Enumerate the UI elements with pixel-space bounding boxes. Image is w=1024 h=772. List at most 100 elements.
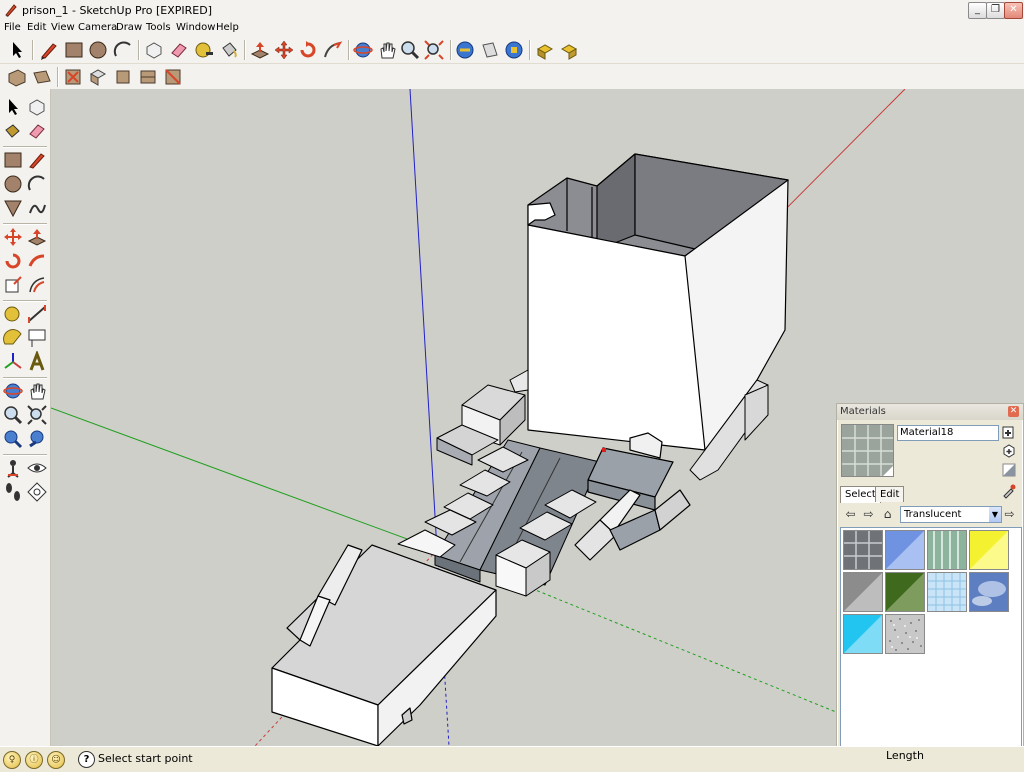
share-model-icon[interactable] bbox=[479, 39, 501, 61]
get-photo-texture-icon[interactable] bbox=[534, 39, 556, 61]
circle-icon[interactable] bbox=[2, 173, 24, 195]
swatch-gray-glass[interactable] bbox=[843, 572, 883, 612]
arc-icon[interactable] bbox=[112, 39, 134, 61]
sign-in-icon[interactable]: ☺ bbox=[47, 751, 65, 769]
orbit-icon[interactable] bbox=[2, 380, 24, 402]
menu-view[interactable]: View bbox=[51, 22, 75, 33]
share-component-icon[interactable] bbox=[503, 39, 525, 61]
material-name-field[interactable]: Material18 bbox=[897, 425, 999, 441]
zoom-icon[interactable] bbox=[399, 39, 421, 61]
rotate-icon[interactable] bbox=[2, 250, 24, 272]
tape-measure-icon[interactable] bbox=[2, 303, 24, 325]
orbit-icon[interactable] bbox=[352, 39, 374, 61]
credits-icon[interactable]: ⓘ bbox=[25, 751, 43, 769]
top-view-icon[interactable] bbox=[31, 66, 53, 88]
select-icon[interactable] bbox=[6, 39, 28, 61]
pan-icon[interactable] bbox=[26, 380, 48, 402]
position-camera-icon[interactable] bbox=[2, 457, 24, 479]
arc-icon[interactable] bbox=[26, 173, 48, 195]
zoom-window-icon[interactable] bbox=[26, 404, 48, 426]
left-view-icon[interactable] bbox=[137, 66, 159, 88]
move-icon[interactable] bbox=[273, 39, 295, 61]
forward-arrow-icon[interactable]: ⇨ bbox=[861, 507, 876, 522]
look-around-icon[interactable] bbox=[26, 457, 48, 479]
get-models-icon[interactable] bbox=[454, 39, 476, 61]
details-arrow-icon[interactable]: ⇨ bbox=[1002, 507, 1017, 522]
make-component-icon[interactable] bbox=[26, 96, 48, 118]
text-icon[interactable] bbox=[26, 327, 48, 349]
select-icon[interactable] bbox=[2, 96, 24, 118]
swatch-sky-glass[interactable] bbox=[969, 572, 1009, 612]
offset-icon[interactable] bbox=[26, 274, 48, 296]
walk-icon[interactable] bbox=[2, 481, 24, 503]
close-button[interactable]: ✕ bbox=[1004, 2, 1023, 19]
rectangle-icon[interactable] bbox=[63, 39, 85, 61]
front-view-icon[interactable] bbox=[62, 66, 84, 88]
add-to-model-icon[interactable] bbox=[1001, 442, 1017, 458]
eraser-icon[interactable] bbox=[26, 120, 48, 142]
circle-icon[interactable] bbox=[87, 39, 109, 61]
eraser-icon[interactable] bbox=[168, 39, 190, 61]
section-view-icon[interactable] bbox=[162, 66, 184, 88]
menu-file[interactable]: File bbox=[4, 22, 21, 33]
menu-help[interactable]: Help bbox=[216, 22, 239, 33]
swatch-green-stripe-glass[interactable] bbox=[927, 530, 967, 570]
create-material-icon[interactable] bbox=[1001, 424, 1017, 440]
back-arrow-icon[interactable]: ⇦ bbox=[843, 507, 858, 522]
swatch-green-glass[interactable] bbox=[885, 572, 925, 612]
rectangle-icon[interactable] bbox=[2, 149, 24, 171]
previous-view-icon[interactable] bbox=[26, 428, 48, 450]
zoom-icon[interactable] bbox=[2, 404, 24, 426]
menu-camera[interactable]: Camera bbox=[78, 22, 117, 33]
swatch-blue-glass[interactable] bbox=[885, 530, 925, 570]
section-plane-icon[interactable] bbox=[26, 481, 48, 503]
default-material-icon[interactable] bbox=[1001, 462, 1017, 478]
follow-me-icon[interactable] bbox=[26, 250, 48, 272]
library-select[interactable]: Translucent ▼ bbox=[900, 506, 1002, 523]
3d-text-icon[interactable] bbox=[26, 349, 48, 373]
right-view-icon[interactable] bbox=[87, 66, 109, 88]
push-pull-icon[interactable] bbox=[249, 39, 271, 61]
tab-edit[interactable]: Edit bbox=[875, 486, 905, 502]
maximize-button[interactable]: ❐ bbox=[986, 2, 1005, 19]
make-component-icon[interactable] bbox=[143, 39, 165, 61]
axes-icon[interactable] bbox=[2, 351, 24, 373]
materials-title-bar[interactable]: Materials ✕ bbox=[837, 404, 1023, 420]
back-view-icon[interactable] bbox=[112, 66, 134, 88]
menu-window[interactable]: Window bbox=[176, 22, 215, 33]
freehand-icon[interactable] bbox=[26, 197, 48, 219]
scale-icon[interactable] bbox=[2, 274, 24, 296]
follow-me-icon[interactable] bbox=[322, 39, 344, 61]
rotate-icon[interactable] bbox=[297, 39, 319, 61]
pan-icon[interactable] bbox=[376, 39, 398, 61]
help-icon[interactable]: ? bbox=[78, 751, 95, 768]
minimize-button[interactable]: _ bbox=[968, 2, 987, 19]
zoom-extents-icon[interactable] bbox=[2, 428, 24, 450]
move-icon[interactable] bbox=[2, 226, 24, 248]
protractor-icon[interactable] bbox=[2, 327, 24, 349]
push-pull-icon[interactable] bbox=[26, 226, 48, 248]
paint-bucket-icon[interactable] bbox=[218, 39, 240, 61]
menu-edit[interactable]: Edit bbox=[27, 22, 46, 33]
tape-measure-icon[interactable] bbox=[193, 39, 215, 61]
add-location-icon[interactable] bbox=[558, 39, 580, 61]
home-icon[interactable]: ⌂ bbox=[880, 507, 895, 522]
swatch-glass-block[interactable] bbox=[843, 530, 883, 570]
sample-paint-icon[interactable] bbox=[1001, 483, 1017, 499]
swatch-yellow-glass[interactable] bbox=[969, 530, 1009, 570]
line-icon[interactable] bbox=[38, 39, 60, 61]
iso-view-icon[interactable] bbox=[6, 66, 28, 88]
menu-tools[interactable]: Tools bbox=[146, 22, 171, 33]
chevron-down-icon[interactable]: ▼ bbox=[989, 507, 1001, 522]
swatch-blue-grid-glass[interactable] bbox=[927, 572, 967, 612]
line-icon[interactable] bbox=[26, 149, 48, 171]
swatch-cyan-glass[interactable] bbox=[843, 614, 883, 654]
menu-draw[interactable]: Draw bbox=[116, 22, 142, 33]
geo-location-icon[interactable]: ♀ bbox=[3, 751, 21, 769]
zoom-extents-icon[interactable] bbox=[423, 39, 445, 61]
polygon-icon[interactable] bbox=[2, 197, 24, 219]
paint-bucket-icon[interactable] bbox=[2, 120, 24, 142]
dimension-icon[interactable] bbox=[26, 303, 48, 325]
materials-close-button[interactable]: ✕ bbox=[1008, 406, 1019, 417]
swatch-speckle-glass[interactable] bbox=[885, 614, 925, 654]
